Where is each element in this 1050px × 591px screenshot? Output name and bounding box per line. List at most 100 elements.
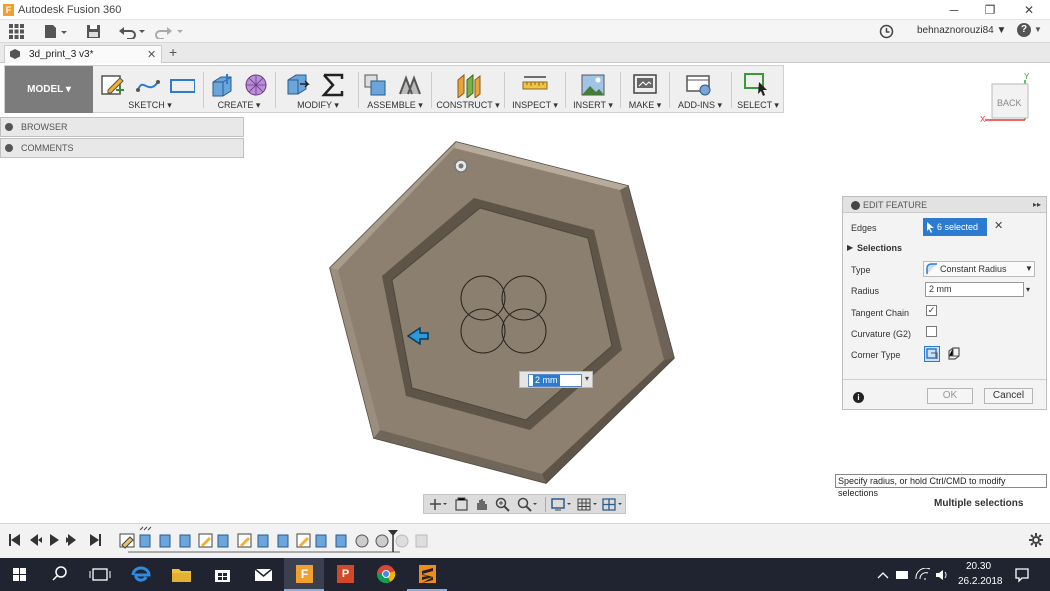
radius-manipulator-dropdown-icon[interactable]: ▾ [585, 374, 589, 383]
assemble-group[interactable]: ASSEMBLE ▾ [360, 66, 430, 113]
hexagon-model-viewport[interactable] [320, 138, 685, 488]
press-pull-icon[interactable] [284, 72, 310, 98]
orbit-icon[interactable] [428, 497, 448, 512]
3d-print-icon[interactable] [632, 72, 658, 98]
measure-icon[interactable] [522, 72, 548, 98]
radius-input[interactable]: 2 mm [925, 282, 1024, 297]
clear-selection-icon[interactable]: ✕ [994, 219, 1003, 232]
step-back-icon[interactable] [30, 534, 42, 546]
mail-icon[interactable] [243, 558, 283, 591]
system-tray-icons[interactable] [876, 568, 954, 582]
extrude-icon[interactable] [209, 72, 235, 98]
play-icon[interactable] [50, 534, 59, 546]
corner-type-rolling-ball-button[interactable] [924, 346, 940, 362]
selections-label[interactable]: Selections [857, 243, 902, 253]
timeline-features[interactable] [116, 526, 436, 558]
edge-browser-icon[interactable] [120, 558, 160, 591]
job-status-clock-icon[interactable] [879, 24, 894, 39]
search-icon[interactable] [40, 558, 80, 591]
comments-expand-icon[interactable] [5, 144, 13, 152]
grid-settings-icon[interactable] [577, 497, 599, 512]
view-cube[interactable]: BACK X Y [980, 72, 1040, 128]
add-ins-group[interactable]: ADD-INS ▾ [671, 66, 729, 113]
fit-zoom-icon[interactable] [517, 497, 539, 512]
select-group[interactable]: SELECT ▾ [733, 66, 783, 113]
scripts-addins-icon[interactable] [685, 72, 711, 98]
timeline-settings-gear-icon[interactable] [1028, 532, 1044, 548]
spline-icon[interactable] [135, 72, 161, 98]
add-ins-menu[interactable]: ADD-INS ▾ [671, 100, 729, 111]
modify-menu[interactable]: MODIFY ▾ [278, 100, 358, 111]
form-sculpt-icon[interactable] [243, 72, 269, 98]
ok-button[interactable]: OK [927, 388, 973, 404]
create-group[interactable]: CREATE ▾ [205, 66, 273, 113]
windows-start-icon[interactable] [0, 558, 40, 591]
new-tab-button[interactable]: + [169, 44, 177, 60]
task-view-icon[interactable] [80, 558, 120, 591]
make-group[interactable]: MAKE ▾ [622, 66, 668, 113]
go-to-start-icon[interactable] [9, 534, 20, 546]
curvature-g2-checkbox[interactable] [926, 326, 937, 337]
app-grid-icon[interactable] [9, 24, 24, 39]
sketch-menu[interactable]: SKETCH ▾ [97, 100, 203, 111]
go-to-end-icon[interactable] [90, 534, 101, 546]
insert-image-icon[interactable] [580, 72, 606, 98]
sketch-group[interactable]: SKETCH ▾ [97, 66, 203, 113]
action-center-icon[interactable] [1014, 567, 1030, 583]
modify-group[interactable]: MODIFY ▾ [278, 66, 358, 113]
browser-expand-icon[interactable] [5, 123, 13, 131]
expand-dialog-icon[interactable]: ▸▸ [1033, 197, 1041, 213]
tab-close-icon[interactable]: ✕ [147, 48, 156, 61]
redo-icon[interactable] [155, 24, 183, 39]
fusion360-taskbar-button[interactable]: F [284, 558, 324, 591]
insert-menu[interactable]: INSERT ▾ [567, 100, 619, 111]
make-menu[interactable]: MAKE ▾ [622, 100, 668, 111]
user-account-menu[interactable]: behnaznorouzi84 ▼ [917, 25, 1006, 36]
file-explorer-icon[interactable] [161, 558, 201, 591]
close-button[interactable]: ✕ [1019, 2, 1039, 18]
chrome-icon[interactable] [366, 558, 406, 591]
inspect-menu[interactable]: INSPECT ▾ [506, 100, 564, 111]
help-dropdown-chevron-icon[interactable]: ▼ [1034, 25, 1042, 34]
look-at-icon[interactable] [454, 497, 469, 512]
viewports-icon[interactable] [602, 497, 624, 512]
radius-manipulator-input[interactable]: 2 mm [528, 374, 582, 387]
workspace-switcher[interactable]: MODEL ▾ [5, 66, 93, 113]
collapse-dialog-icon[interactable] [851, 201, 860, 210]
selections-expand-icon[interactable]: ▶ [847, 243, 853, 252]
edges-selection-button[interactable]: 6 selected [923, 218, 987, 236]
fillet-type-select[interactable]: Constant Radius ▼ [923, 261, 1035, 277]
tab-3d-print-3[interactable]: 3d_print_3 v3* ✕ [4, 45, 162, 63]
browser-panel[interactable]: BROWSER [0, 117, 244, 137]
compute-all-sigma-icon[interactable] [320, 72, 346, 98]
offset-plane-icon[interactable] [455, 72, 481, 98]
corner-type-setback-button[interactable] [947, 346, 963, 362]
tangent-chain-checkbox[interactable]: ✓ [926, 305, 937, 316]
select-menu[interactable]: SELECT ▾ [733, 100, 783, 111]
radius-dropdown-chevron-icon[interactable]: ▾ [1026, 285, 1030, 294]
comments-panel[interactable]: COMMENTS [0, 138, 244, 158]
joint-icon[interactable] [396, 72, 422, 98]
create-menu[interactable]: CREATE ▾ [205, 100, 273, 111]
construct-group[interactable]: CONSTRUCT ▾ [433, 66, 503, 113]
undo-icon[interactable] [118, 24, 146, 39]
help-icon[interactable]: ? [1017, 23, 1031, 37]
select-window-icon[interactable] [743, 72, 769, 98]
create-sketch-icon[interactable] [100, 72, 126, 98]
inspect-group[interactable]: INSPECT ▾ [506, 66, 564, 113]
assemble-menu[interactable]: ASSEMBLE ▾ [360, 100, 430, 111]
minimize-button[interactable]: ─ [944, 2, 964, 18]
powerpoint-taskbar-button[interactable]: P [325, 558, 365, 591]
save-icon[interactable] [86, 24, 101, 39]
rectangle-icon[interactable] [169, 72, 195, 98]
restore-button[interactable]: ❐ [980, 2, 1000, 18]
info-icon[interactable]: i [853, 392, 864, 403]
store-icon[interactable] [202, 558, 242, 591]
file-menu-icon[interactable] [44, 24, 68, 39]
sublime-taskbar-button[interactable] [407, 558, 447, 591]
pan-hand-icon[interactable] [474, 497, 489, 512]
zoom-icon[interactable] [495, 497, 510, 512]
display-settings-icon[interactable] [551, 497, 573, 512]
construct-menu[interactable]: CONSTRUCT ▾ [433, 100, 503, 111]
step-forward-icon[interactable] [66, 534, 76, 546]
